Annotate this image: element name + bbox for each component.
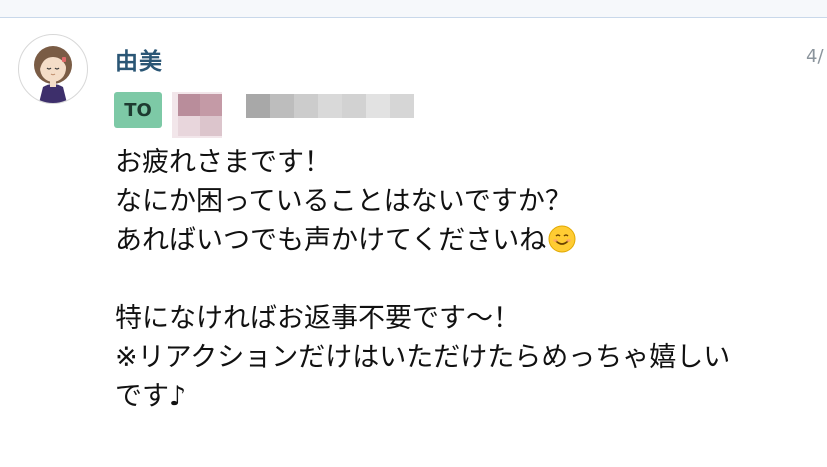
message-line: ※リアクションだけはいただけたらめっちゃ嬉しい [115, 342, 731, 373]
message-line: なにか困っていることはないですか？ [115, 186, 572, 217]
message-line [115, 260, 820, 299]
message-line: お疲れさまです！ [115, 147, 331, 178]
message-timestamp: 4/ [806, 46, 824, 67]
message-line: あればいつでも声かけてくださいね [115, 221, 820, 260]
message-line-text: あればいつでも声かけてくださいね [115, 225, 547, 256]
avatar-girl-icon [34, 46, 72, 103]
to-badge: TO [114, 92, 162, 128]
message-line: 特になければお返事不要です〜！ [115, 303, 520, 334]
message-body: お疲れさまです！ なにか困っていることはないですか？ あればいつでも声かけてくだ… [115, 143, 820, 416]
smiling-face-icon [548, 225, 576, 253]
to-recipient-blurred[interactable] [168, 92, 428, 138]
message-line: です♪ [115, 381, 187, 412]
top-divider [0, 0, 827, 18]
user-avatar[interactable] [18, 34, 88, 104]
author-name[interactable]: 由美 [115, 42, 163, 76]
